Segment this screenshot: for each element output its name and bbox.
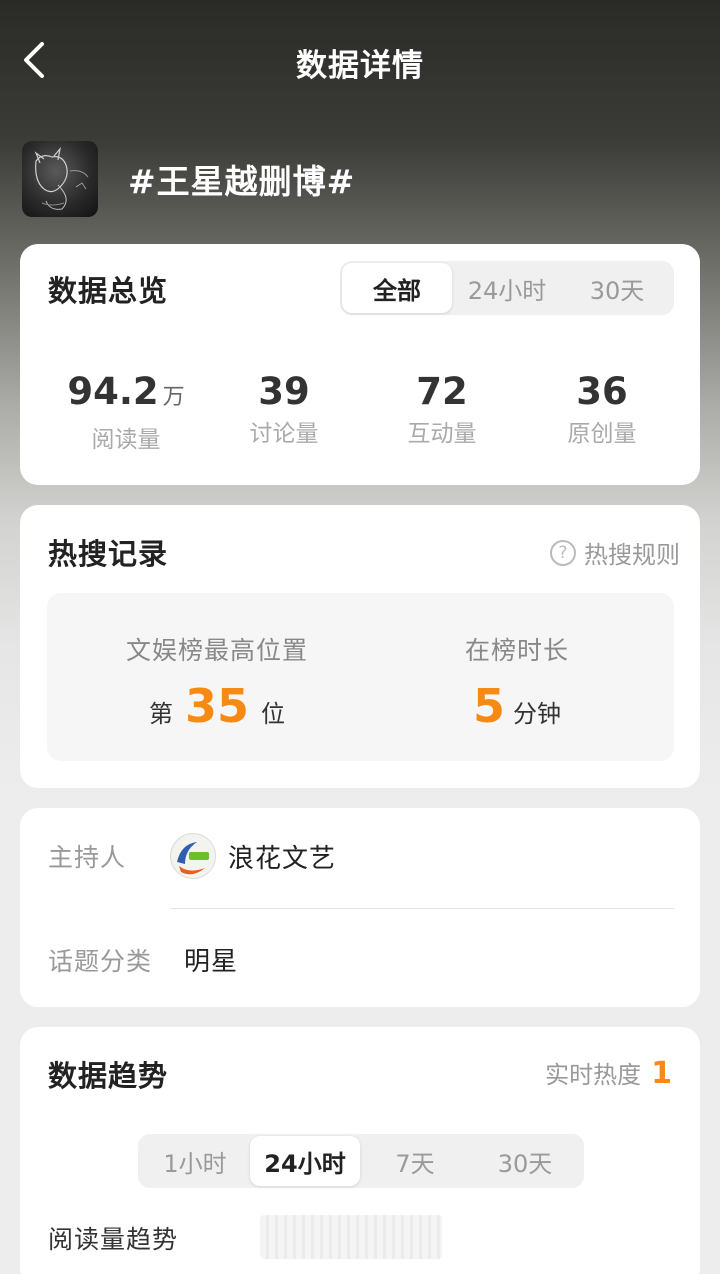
trend-title: 数据趋势 (48, 1059, 169, 1093)
topic-image (34, 146, 89, 210)
duration-suffix: 分钟 (513, 700, 561, 728)
stat-label: 原创量 (567, 421, 637, 447)
realtime-label: 实时热度 (545, 1061, 642, 1089)
stat-interactions: 72 互动量 (362, 370, 522, 448)
topic-title: #王星越删博# (128, 162, 356, 201)
stat-unit: 万 (162, 385, 185, 410)
overview-title: 数据总览 (48, 274, 169, 308)
category-row: 话题分类 明星 (48, 941, 238, 978)
rank-value: 35 (184, 679, 249, 733)
avatar[interactable] (170, 833, 216, 879)
rank-suffix: 位 (261, 700, 285, 728)
host-row: 主持人 浪花文艺 (48, 833, 336, 879)
duration-label: 在榜时长 (464, 636, 569, 665)
hot-search-summary: 文娱榜最高位置 第 35 位 在榜时长 5 分钟 (47, 593, 674, 761)
tab-7d[interactable]: 7天 (360, 1136, 470, 1186)
on-list-duration: 在榜时长 5 分钟 (457, 631, 577, 731)
duration-value: 5 (472, 679, 505, 733)
topic-header: #王星越删博# (22, 140, 355, 218)
overview-stats: 94.2 万 阅读量 39 讨论量 72 互动量 36 原创量 (20, 370, 700, 453)
rank-prefix: 第 (148, 700, 173, 728)
stat-value: 39 (258, 370, 310, 413)
divider (170, 908, 674, 909)
stat-label: 互动量 (407, 421, 477, 447)
realtime-heat: 实时热度 1 (545, 1055, 672, 1091)
topic-thumbnail[interactable] (22, 141, 98, 217)
host-name[interactable]: 浪花文艺 (228, 838, 336, 875)
tab-1h[interactable]: 1小时 (140, 1136, 250, 1186)
trend-range-tabs: 1小时 24小时 7天 30天 (138, 1134, 584, 1188)
stat-value: 94.2 万 (67, 370, 185, 413)
tab-30d[interactable]: 30天 (470, 1136, 580, 1186)
redacted-area (260, 1215, 442, 1259)
stat-value: 72 (416, 370, 468, 413)
category-value: 明星 (184, 947, 239, 977)
tab-30d[interactable]: 30天 (562, 263, 672, 313)
stat-label: 讨论量 (249, 421, 319, 447)
trend-card: 数据趋势 实时热度 1 1小时 24小时 7天 30天 阅读量趋势 (20, 1027, 700, 1274)
read-trend-title: 阅读量趋势 (48, 1225, 179, 1254)
stat-label: 阅读量 (91, 427, 161, 453)
stat-discussions: 39 讨论量 (204, 370, 364, 448)
tab-24h[interactable]: 24小时 (452, 263, 562, 313)
realtime-value: 1 (651, 1056, 672, 1091)
category-label: 话题分类 (48, 946, 153, 976)
topic-info-card: 主持人 浪花文艺 话题分类 明星 (20, 808, 700, 1007)
tab-all[interactable]: 全部 (342, 263, 452, 313)
host-avatar-image (172, 835, 215, 878)
stat-originals: 36 原创量 (522, 370, 682, 448)
host-label: 主持人 (48, 843, 127, 872)
page-title: 数据详情 (296, 48, 424, 84)
overview-range-tabs: 全部 24小时 30天 (340, 261, 674, 315)
best-rank: 文娱榜最高位置 第 35 位 (107, 631, 327, 731)
rules-label: 热搜规则 (584, 541, 680, 569)
question-circle-icon: ? (550, 539, 576, 566)
tab-24h[interactable]: 24小时 (250, 1136, 360, 1186)
hot-search-rules-link[interactable]: ? 热搜规则 (550, 535, 680, 570)
hot-search-card: 热搜记录 ? 热搜规则 文娱榜最高位置 第 35 位 在榜时长 5 分钟 (20, 505, 700, 788)
overview-card: 数据总览 全部 24小时 30天 94.2 万 阅读量 39 讨论量 72 互动量… (20, 244, 700, 485)
stat-value: 36 (576, 370, 628, 413)
best-rank-label: 文娱榜最高位置 (125, 636, 308, 665)
hot-search-title: 热搜记录 (48, 537, 169, 571)
stat-reads: 94.2 万 阅读量 (46, 370, 206, 454)
header-bar: 数据详情 (0, 0, 720, 120)
